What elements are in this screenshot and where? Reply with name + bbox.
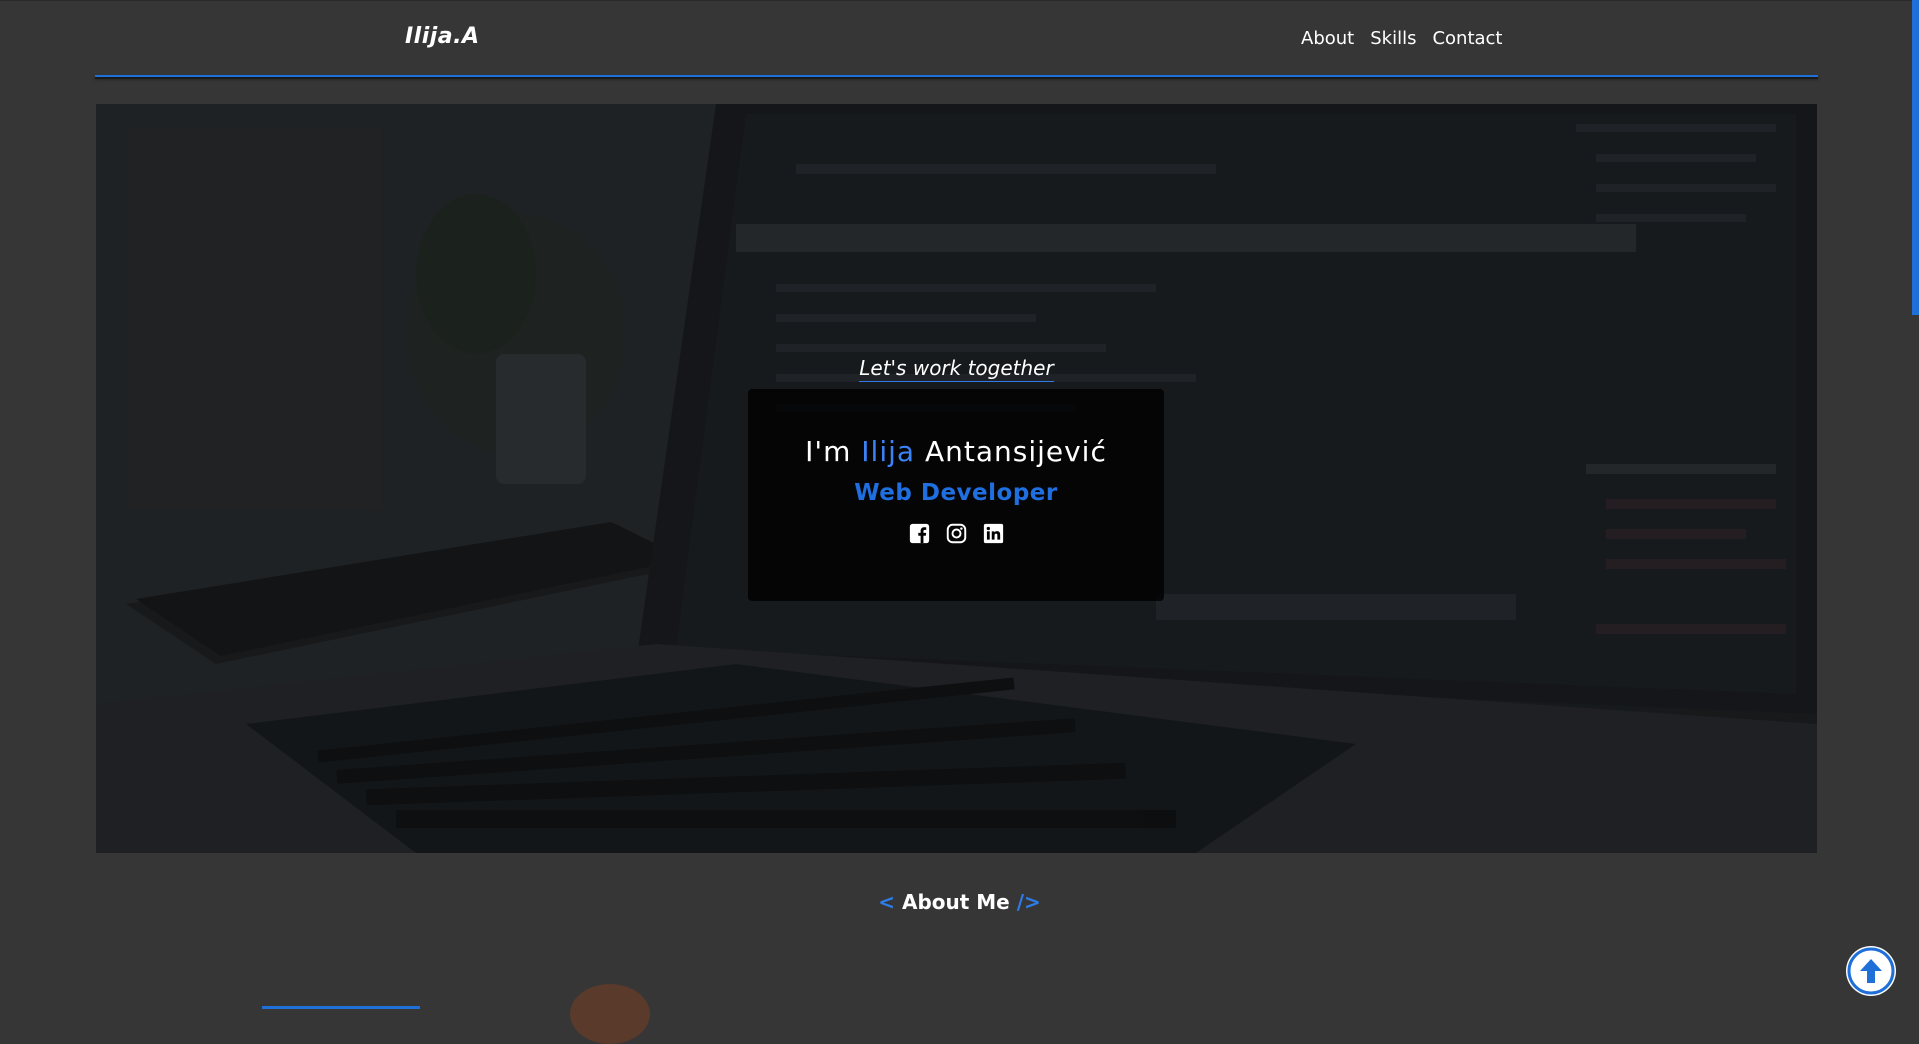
hero-name-prefix: I'm: [805, 435, 862, 468]
nav-link-about[interactable]: About: [1301, 28, 1354, 49]
navbar-shadow: [95, 77, 1818, 79]
hero-section: Let's work together I'm Ilija Antansijev…: [96, 104, 1817, 853]
about-profile-image: [570, 984, 650, 1044]
hero-first-name: Ilija: [861, 435, 916, 468]
hero-last-name: Antansijević: [915, 435, 1107, 468]
instagram-icon[interactable]: [946, 523, 967, 544]
nav-link-skills[interactable]: Skills: [1370, 28, 1416, 49]
about-close-bracket: />: [1009, 890, 1041, 914]
about-title: About Me: [901, 890, 1010, 914]
hero-name: I'm Ilija Antansijević: [748, 435, 1164, 468]
hero-role: Web Developer: [854, 480, 1058, 506]
nav-links: About Skills Contact: [1301, 28, 1502, 49]
back-to-top-button[interactable]: [1846, 946, 1896, 996]
linkedin-icon[interactable]: [983, 523, 1004, 544]
arrow-up-circle-icon: [1847, 947, 1895, 995]
about-heading: < About Me />: [0, 890, 1919, 914]
hero-tagline-wrap: Let's work together: [96, 356, 1817, 382]
about-open-bracket: <: [878, 890, 902, 914]
hero-tagline-link[interactable]: Let's work together: [859, 356, 1054, 382]
nav-link-contact[interactable]: Contact: [1432, 28, 1502, 49]
facebook-icon[interactable]: [909, 523, 930, 544]
hero-card: I'm Ilija Antansijević Web Developer: [748, 389, 1164, 601]
brand-logo[interactable]: Ilija.A: [405, 24, 480, 49]
social-links: [748, 523, 1164, 544]
page-scrollbar-thumb[interactable]: [1912, 0, 1919, 315]
navbar: Ilija.A About Skills Contact: [95, 0, 1818, 76]
